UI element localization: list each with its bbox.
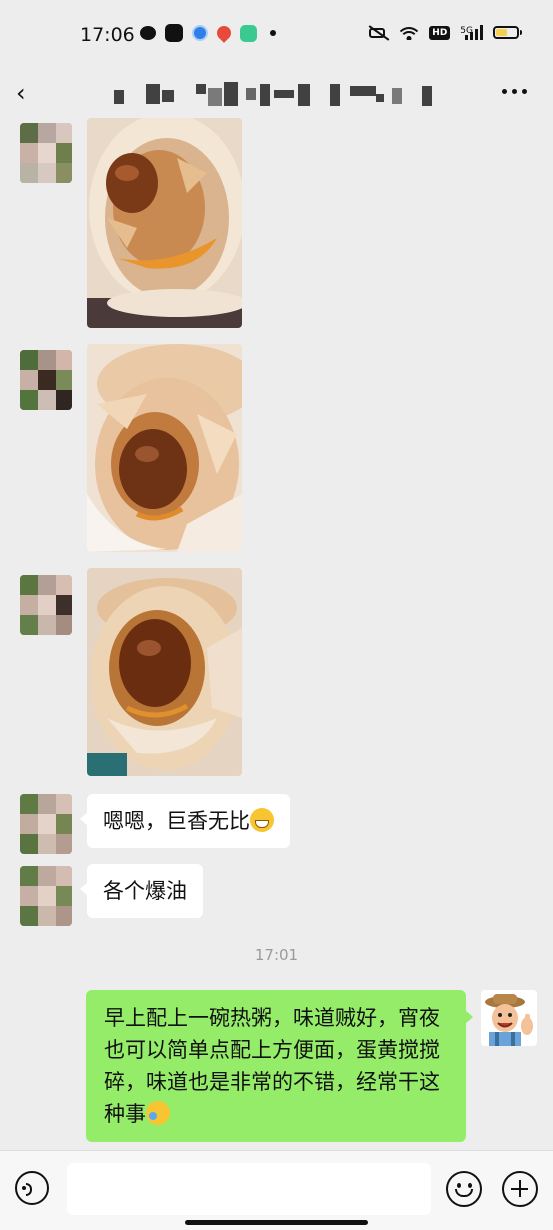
salted-egg-photo — [87, 344, 242, 552]
network-label: 5G — [460, 26, 473, 36]
message-text: 嗯嗯，巨香无比 — [103, 809, 250, 833]
salted-egg-photo — [87, 568, 242, 776]
laughing-tears-emoji-icon — [146, 1101, 170, 1125]
status-bar: 17:06 HD 5G — [0, 0, 553, 70]
message-text: 各个爆油 — [103, 879, 187, 903]
home-indicator[interactable] — [185, 1220, 368, 1225]
message-timestamp: 17:01 — [254, 946, 299, 964]
wechat-icon — [140, 26, 156, 40]
battery-fill — [496, 29, 507, 36]
voice-icon[interactable] — [15, 1171, 49, 1205]
contact-avatar[interactable] — [20, 866, 72, 926]
chat-header: ‹ — [0, 70, 553, 118]
grin-emoji-icon — [250, 808, 274, 832]
hd-badge: HD — [429, 25, 451, 40]
plus-icon[interactable] — [502, 1171, 538, 1207]
cartoon-farmer-avatar — [481, 990, 537, 1046]
my-message-bubble[interactable]: 早上配上一碗热粥，味道贼好，宵夜也可以简单点配上方便面，蛋黄搅搅碎，味道也是非常… — [86, 990, 473, 1142]
contact-avatar[interactable] — [20, 350, 72, 410]
contact-avatar[interactable] — [20, 794, 72, 854]
status-system-icons: HD 5G — [369, 25, 522, 40]
map-icon — [214, 23, 234, 43]
browser-icon — [192, 25, 208, 41]
message-input[interactable] — [67, 1163, 431, 1215]
notification-dot-icon — [270, 30, 276, 36]
contact-avatar[interactable] — [20, 575, 72, 635]
message-image[interactable] — [87, 568, 242, 776]
more-dots-icon[interactable] — [502, 89, 527, 94]
message-bubble[interactable]: 嗯嗯，巨香无比 — [80, 794, 290, 848]
wifi-icon — [399, 25, 420, 40]
status-time: 17:06 — [80, 24, 135, 46]
chat-title-redacted — [100, 76, 450, 110]
battery-icon — [493, 26, 522, 39]
message-input-bar — [0, 1150, 553, 1230]
5g-signal-icon: 5G — [460, 25, 483, 40]
mute-icon — [369, 26, 389, 40]
chevron-left-icon[interactable]: ‹ — [16, 80, 36, 106]
message-image[interactable] — [87, 344, 242, 552]
capcut-icon — [165, 24, 183, 42]
salted-egg-photo — [87, 118, 242, 328]
contact-avatar[interactable] — [20, 123, 72, 183]
app-icon — [240, 24, 257, 42]
status-notification-icons — [140, 23, 276, 43]
message-image[interactable] — [87, 118, 242, 328]
emoji-icon[interactable] — [446, 1171, 482, 1207]
message-bubble[interactable]: 各个爆油 — [80, 864, 203, 918]
my-avatar[interactable] — [481, 990, 537, 1046]
chat-messages[interactable]: 嗯嗯，巨香无比 各个爆油 17:01 早上配上一碗热粥，味道贼好，宵夜也可以简单… — [0, 118, 553, 1150]
